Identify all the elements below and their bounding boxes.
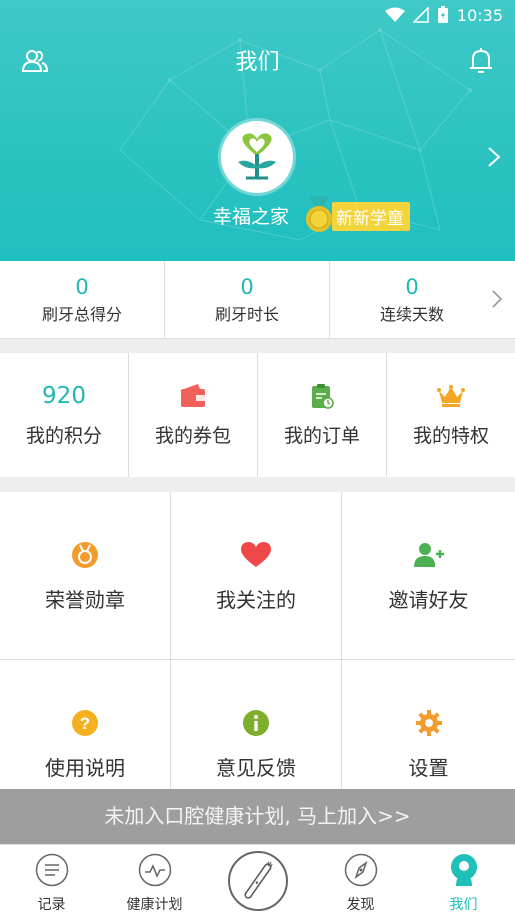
level-medal-icon — [306, 196, 332, 232]
wallet-row: 920 我的积分 我的券包 我的订单 我的特权 — [0, 353, 515, 477]
avatar[interactable] — [221, 121, 293, 193]
my-privileges-button[interactable]: 我的特权 — [387, 353, 515, 477]
stat-label: 刷牙总得分 — [41, 305, 122, 324]
help-icon: ? — [72, 710, 98, 736]
level-badge: 新新学童 — [332, 202, 410, 231]
heart-icon — [241, 542, 271, 567]
stat-label: 刷牙时长 — [214, 305, 279, 324]
medals-label: 荣誉勋章 — [45, 588, 125, 612]
tab-discover[interactable]: 发现 — [309, 845, 412, 916]
status-bar: 10:35 — [384, 0, 503, 30]
signal-icon — [412, 7, 429, 23]
app-logo-icon — [238, 133, 276, 180]
feedback-button[interactable]: 意见反馈 — [171, 660, 342, 790]
stat-value: 0 — [405, 275, 419, 299]
tab-label: 健康计划 — [126, 897, 183, 913]
stat-value: 0 — [75, 275, 89, 299]
following-label: 我关注的 — [216, 588, 296, 612]
tab-records[interactable]: 记录 — [0, 845, 103, 916]
feedback-label: 意见反馈 — [216, 756, 296, 780]
tab-label: 我们 — [449, 897, 478, 913]
order-clipboard-icon — [312, 384, 334, 409]
orders-label: 我的订单 — [283, 425, 360, 447]
status-time: 10:35 — [456, 5, 503, 25]
settings-button[interactable]: 设置 — [342, 660, 515, 790]
points-value: 920 — [42, 383, 86, 409]
tab-health-plan[interactable]: 健康计划 — [103, 845, 206, 916]
points-label: 我的积分 — [25, 425, 102, 447]
profile-header: 10:35 我们 幸福之家 新新学童 — [0, 0, 515, 261]
add-user-icon — [413, 543, 444, 567]
stats-chevron-right-icon[interactable] — [491, 289, 503, 309]
stat-total-score[interactable]: 0 刷牙总得分 — [0, 261, 165, 338]
wallet-icon — [181, 384, 205, 407]
toothbrush-button[interactable] — [228, 851, 288, 911]
stat-streak-days[interactable]: 0 连续天数 — [330, 261, 494, 338]
crown-icon — [437, 385, 465, 407]
us-active-icon — [450, 854, 477, 886]
invite-friends-button[interactable]: 邀请好友 — [342, 492, 515, 660]
medal-icon — [72, 542, 98, 568]
following-button[interactable]: 我关注的 — [171, 492, 342, 660]
my-coupons-button[interactable]: 我的券包 — [129, 353, 258, 477]
profile-chevron-right-icon[interactable] — [487, 146, 501, 168]
join-health-plan-banner[interactable]: 未加入口腔健康计划, 马上加入>> — [0, 789, 515, 844]
coupons-label: 我的券包 — [154, 425, 231, 447]
tab-label: 发现 — [346, 897, 375, 913]
my-points-button[interactable]: 920 我的积分 — [0, 353, 129, 477]
tab-us[interactable]: 我们 — [412, 845, 515, 916]
health-plan-icon — [138, 853, 171, 887]
wifi-icon — [384, 7, 405, 22]
my-orders-button[interactable]: 我的订单 — [258, 353, 387, 477]
compass-icon — [344, 853, 377, 887]
bell-icon[interactable] — [466, 46, 496, 76]
records-icon — [35, 853, 68, 887]
bottom-tab-bar: 记录 健康计划 发现 我们 — [0, 844, 515, 916]
username-row: 幸福之家 新新学童 — [0, 196, 515, 236]
svg-text:?: ? — [80, 714, 90, 733]
honor-medals-button[interactable]: 荣誉勋章 — [0, 492, 171, 660]
toothbrush-icon — [244, 861, 273, 899]
info-icon — [243, 710, 269, 736]
stat-value: 0 — [240, 275, 254, 299]
manual-label: 使用说明 — [45, 756, 125, 780]
settings-label: 设置 — [408, 756, 449, 780]
function-grid: 荣誉勋章 我关注的 邀请好友 ? 使用说明 意见反馈 设置 — [0, 492, 515, 790]
brushing-stats[interactable]: 0 刷牙总得分 0 刷牙时长 0 连续天数 — [0, 261, 515, 339]
stat-duration[interactable]: 0 刷牙时长 — [165, 261, 330, 338]
stat-label: 连续天数 — [379, 305, 444, 324]
invite-label: 邀请好友 — [388, 588, 469, 612]
battery-icon — [437, 6, 448, 23]
gear-icon — [415, 710, 442, 736]
privileges-label: 我的特权 — [412, 425, 489, 447]
username: 幸福之家 — [213, 206, 290, 228]
user-manual-button[interactable]: ? 使用说明 — [0, 660, 171, 790]
tab-label: 记录 — [37, 897, 66, 913]
page-title: 我们 — [235, 50, 280, 75]
